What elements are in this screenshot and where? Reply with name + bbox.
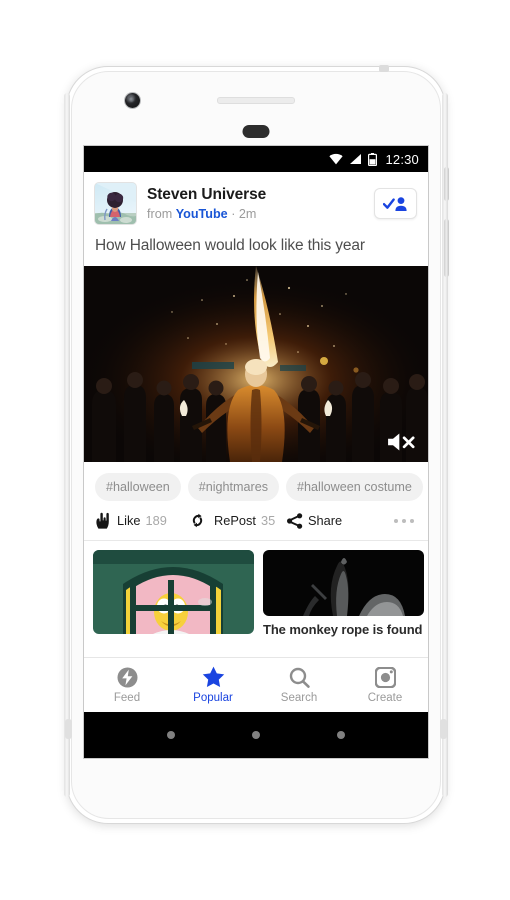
- post-source-line: from YouTube · 2m: [147, 207, 374, 221]
- follow-check-person-icon: [383, 196, 407, 211]
- tab-search-label: Search: [280, 692, 318, 704]
- overflow-dot: [401, 518, 406, 524]
- phone-screen: 12:30 Steven Universe from YouTube · 2m …: [84, 146, 428, 758]
- card-caption: The monkey rope is found: [263, 622, 423, 638]
- post-header: Steven Universe from YouTube · 2m: [84, 172, 428, 228]
- phone-bottom-left-nub: [65, 719, 72, 739]
- tab-popular-label: Popular: [193, 692, 233, 704]
- recents-button[interactable]: [337, 731, 346, 739]
- fire-breather-image: [84, 266, 428, 463]
- post-actions: Like 189 RePost 35 Share: [84, 501, 428, 542]
- cartoon-window-image: [93, 550, 254, 635]
- post-author-name: Steven Universe: [147, 185, 267, 203]
- card-item[interactable]: The monkey rope is found: [263, 550, 424, 640]
- card-grid: The monkey rope is found: [84, 541, 428, 641]
- dark-smoke-image: [263, 550, 424, 617]
- overflow-dot: [393, 518, 398, 524]
- source-name[interactable]: YouTube: [176, 207, 228, 221]
- like-label: Like: [117, 513, 141, 529]
- signal-icon: [349, 153, 362, 165]
- front-camera-icon: [125, 93, 140, 108]
- earpiece-speaker: [217, 97, 295, 104]
- tag-chip[interactable]: #halloween costume: [286, 473, 423, 502]
- tag-chip[interactable]: #halloween: [95, 473, 181, 502]
- power-button[interactable]: [444, 167, 449, 201]
- share-icon: [287, 513, 303, 529]
- post-author-block: Steven Universe from YouTube · 2m: [136, 186, 374, 221]
- rock-hand-icon: [96, 513, 109, 529]
- tab-create[interactable]: Create: [342, 666, 428, 704]
- star-icon: [202, 666, 225, 688]
- tab-feed-label: Feed: [113, 692, 141, 704]
- home-button[interactable]: [251, 731, 260, 739]
- phone-device: 12:30 Steven Universe from YouTube · 2m …: [64, 65, 449, 824]
- source-prefix: from: [147, 206, 173, 221]
- like-count: 189: [145, 513, 167, 529]
- share-label: Share: [308, 513, 343, 529]
- repost-label: RePost: [214, 513, 256, 529]
- card-item[interactable]: [93, 550, 254, 640]
- card-thumbnail: [263, 550, 424, 617]
- source-separator: ·: [231, 206, 236, 221]
- phone-left-rail: [64, 93, 70, 797]
- post-time-ago: 2m: [238, 206, 257, 221]
- wifi-icon: [329, 153, 344, 165]
- feed-icon: [117, 666, 138, 688]
- phone-bottom-right-nub: [440, 719, 447, 739]
- mute-icon: [388, 433, 415, 451]
- android-nav-bar: [84, 712, 428, 758]
- tag-chip[interactable]: #nightmares: [187, 473, 280, 502]
- bottom-tab-bar: Feed Popular Search Create: [84, 657, 428, 712]
- tab-feed[interactable]: Feed: [84, 666, 170, 704]
- like-button[interactable]: Like 189: [95, 512, 191, 529]
- tab-popular[interactable]: Popular: [170, 666, 256, 704]
- status-bar: 12:30: [84, 146, 428, 172]
- phone-top-antenna-nub: [379, 65, 389, 72]
- search-icon: [289, 666, 310, 688]
- volume-button[interactable]: [444, 219, 449, 277]
- follow-button[interactable]: [374, 188, 417, 219]
- post-headline: How Halloween would look like this year: [84, 228, 428, 267]
- tag-list: #halloween #nightmares #halloween costum…: [84, 462, 428, 502]
- avatar[interactable]: [95, 183, 136, 224]
- back-button[interactable]: [166, 731, 175, 739]
- repost-button[interactable]: RePost 35: [191, 513, 287, 528]
- repost-count: 35: [260, 513, 276, 529]
- screenshot-stage: 12:30 Steven Universe from YouTube · 2m …: [0, 0, 510, 900]
- status-bar-clock: 12:30: [385, 151, 419, 167]
- repost-icon: [192, 514, 203, 528]
- tab-search[interactable]: Search: [256, 666, 342, 704]
- battery-icon: [368, 152, 378, 166]
- card-thumbnail: [93, 550, 254, 635]
- tab-create-label: Create: [367, 692, 403, 704]
- share-button[interactable]: Share: [287, 513, 365, 529]
- post-media[interactable]: [84, 266, 428, 463]
- mute-button[interactable]: [387, 431, 417, 453]
- camera-icon: [374, 666, 396, 688]
- sensor-pill: [242, 125, 270, 138]
- overflow-dot: [409, 518, 414, 524]
- overflow-menu-button[interactable]: [393, 518, 418, 524]
